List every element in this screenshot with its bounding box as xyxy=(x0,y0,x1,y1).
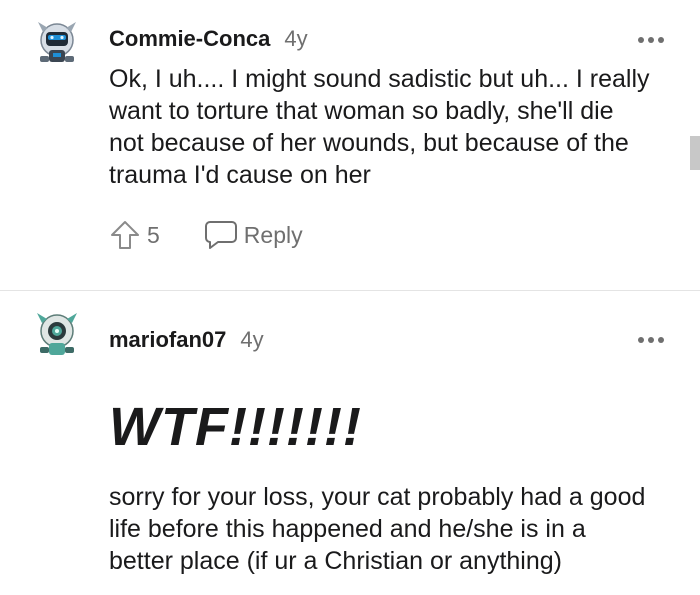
more-options-button[interactable] xyxy=(638,336,664,344)
comment-age: 4y xyxy=(284,26,308,51)
upvote-arrow-icon xyxy=(111,221,139,249)
comment-body: Ok, I uh.... I might sound sadistic but … xyxy=(109,65,650,189)
comment-body: sorry for your loss, your cat probably h… xyxy=(109,483,646,575)
avatar[interactable] xyxy=(34,305,80,359)
more-dot-icon xyxy=(658,37,664,43)
comment: mariofan07 4y WTF!!!!!!! sorry for your … xyxy=(0,291,700,595)
scrollbar-thumb[interactable] xyxy=(690,136,700,170)
comment: Commie-Conca 4y Ok, I uh.... I might sou… xyxy=(0,0,700,290)
comment-actions: 5 Reply xyxy=(109,219,303,251)
comment-meta: mariofan07 4y xyxy=(109,327,264,353)
speech-bubble-icon xyxy=(204,221,237,249)
robot-avatar-icon xyxy=(38,22,76,62)
comment-headline: WTF!!!!!!! xyxy=(109,397,362,457)
comment-meta: Commie-Conca 4y xyxy=(109,26,308,52)
more-dot-icon xyxy=(658,337,664,343)
more-options-button[interactable] xyxy=(638,36,664,44)
upvote-button[interactable]: 5 xyxy=(109,219,160,251)
more-dot-icon xyxy=(648,337,654,343)
more-dot-icon xyxy=(648,37,654,43)
reply-label: Reply xyxy=(243,221,303,248)
reply-button[interactable]: Reply xyxy=(204,220,303,250)
vote-count: 5 xyxy=(147,221,160,248)
avatar[interactable] xyxy=(34,12,80,66)
comment-age: 4y xyxy=(240,327,264,352)
more-dot-icon xyxy=(638,337,644,343)
comment-thread: Commie-Conca 4y Ok, I uh.... I might sou… xyxy=(0,0,700,595)
robot-avatar-icon xyxy=(37,313,77,355)
more-dot-icon xyxy=(638,37,644,43)
username[interactable]: Commie-Conca xyxy=(109,26,270,52)
username[interactable]: mariofan07 xyxy=(109,327,226,353)
